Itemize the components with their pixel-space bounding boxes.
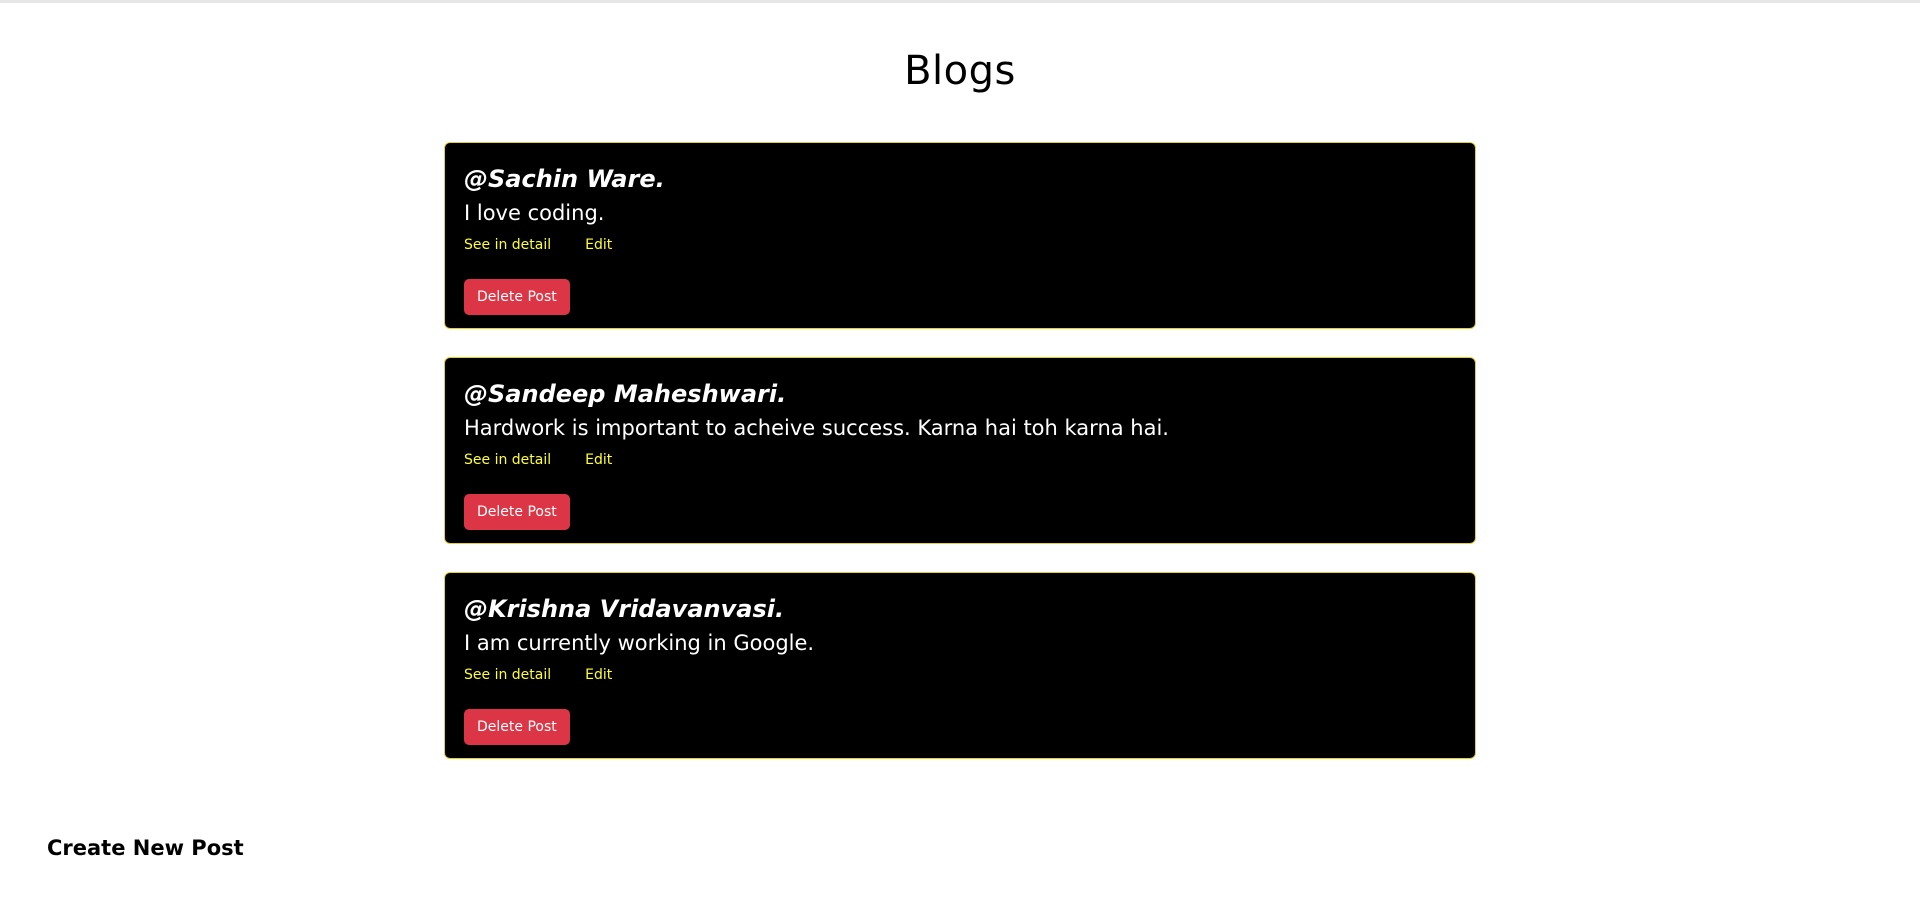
- post-card: @Sandeep Maheshwari. Hardwork is importa…: [444, 357, 1476, 544]
- delete-post-button[interactable]: Delete Post: [464, 709, 570, 745]
- post-links: See in detail Edit: [464, 237, 1456, 253]
- see-in-detail-link[interactable]: See in detail: [464, 452, 551, 468]
- delete-post-button[interactable]: Delete Post: [464, 279, 570, 315]
- top-border: [0, 0, 1920, 3]
- post-body: Hardwork is important to acheive success…: [464, 416, 1169, 440]
- post-links: See in detail Edit: [464, 452, 1456, 468]
- delete-post-button[interactable]: Delete Post: [464, 494, 570, 530]
- post-body: I love coding.: [464, 201, 605, 225]
- post-list: @Sachin Ware. I love coding. See in deta…: [444, 142, 1476, 787]
- post-author: @Krishna Vridavanvasi.: [464, 595, 785, 623]
- post-body: I am currently working in Google.: [464, 631, 815, 655]
- post-author: @Sachin Ware.: [464, 165, 665, 193]
- see-in-detail-link[interactable]: See in detail: [464, 237, 551, 253]
- edit-link[interactable]: Edit: [585, 452, 612, 468]
- edit-link[interactable]: Edit: [585, 237, 612, 253]
- post-card: @Sachin Ware. I love coding. See in deta…: [444, 142, 1476, 329]
- create-new-post-link[interactable]: Create New Post: [47, 836, 244, 860]
- post-links: See in detail Edit: [464, 667, 1456, 683]
- see-in-detail-link[interactable]: See in detail: [464, 667, 551, 683]
- page-title: Blogs: [904, 48, 1016, 94]
- post-card: @Krishna Vridavanvasi. I am currently wo…: [444, 572, 1476, 759]
- edit-link[interactable]: Edit: [585, 667, 612, 683]
- post-author: @Sandeep Maheshwari.: [464, 380, 787, 408]
